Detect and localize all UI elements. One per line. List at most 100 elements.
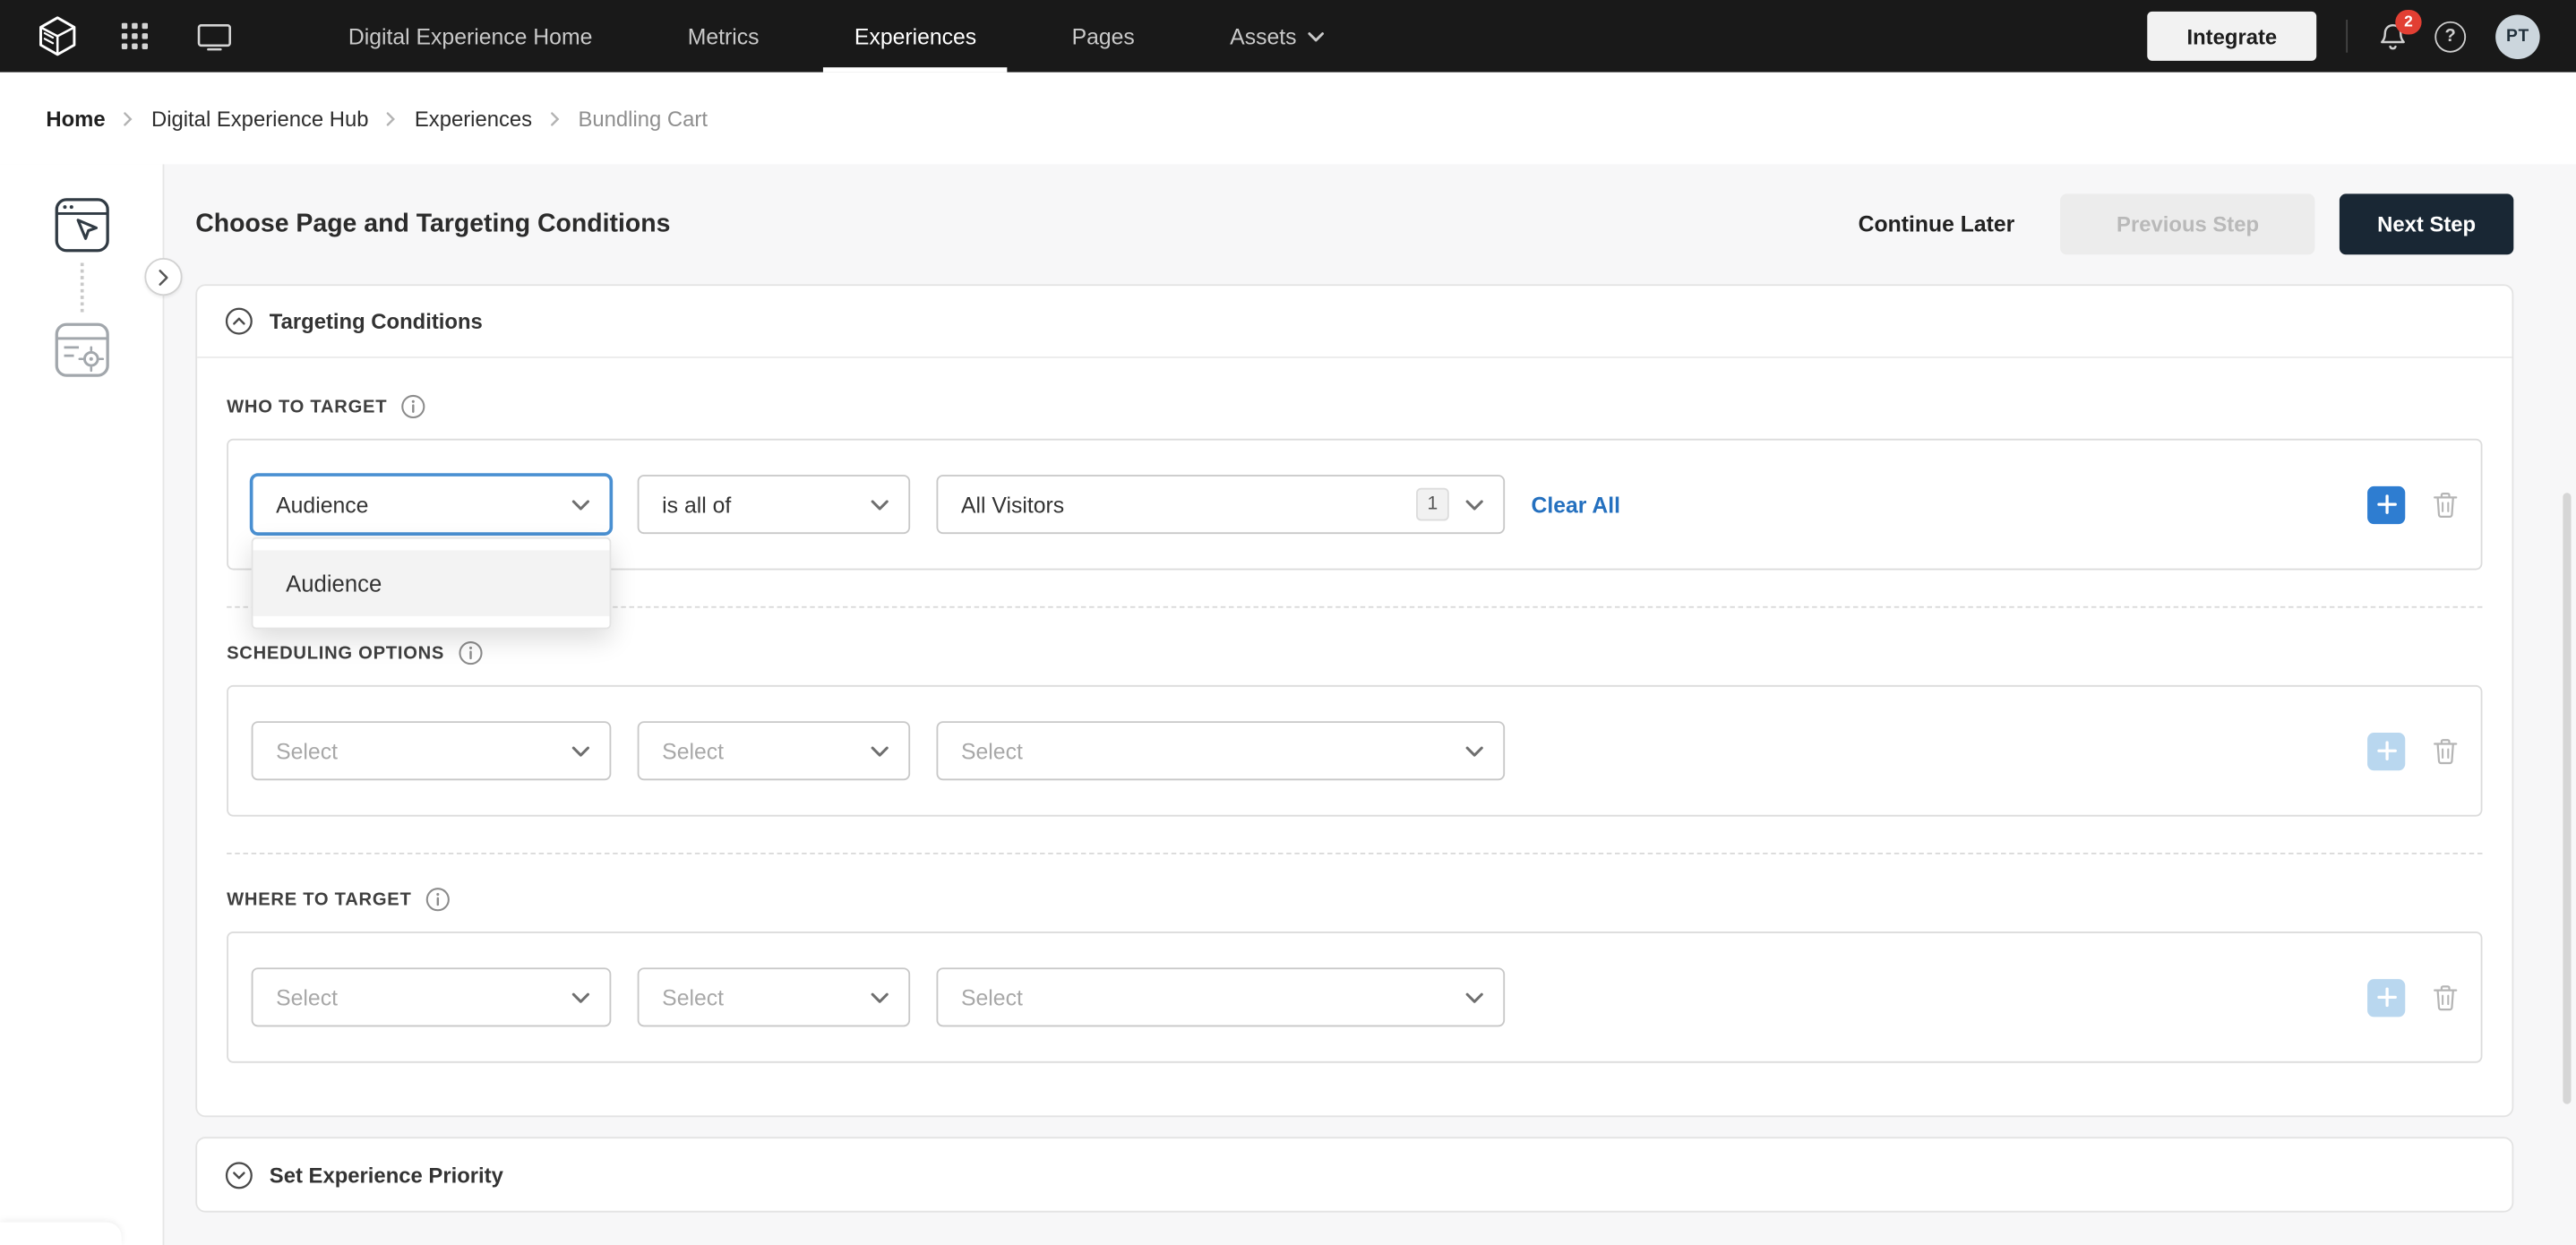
where-value-placeholder: Select	[961, 984, 1023, 1010]
who-row-actions	[2367, 485, 2458, 524]
who-to-target-label: WHO TO TARGET	[227, 396, 388, 416]
priority-card-title: Set Experience Priority	[269, 1162, 503, 1188]
continue-later-button[interactable]: Continue Later	[1859, 212, 2015, 237]
nav-item-assets[interactable]: Assets	[1182, 0, 1372, 73]
add-where-button[interactable]	[2367, 978, 2406, 1017]
clear-all-link[interactable]: Clear All	[1531, 492, 1620, 517]
condition-type-value: Audience	[276, 492, 369, 517]
section-divider	[227, 852, 2483, 854]
where-to-target-label: WHERE TO TARGET	[227, 889, 412, 910]
targeting-conditions-card: Targeting Conditions WHO TO TARGET Audie…	[195, 284, 2514, 1118]
add-scheduling-button[interactable]	[2367, 732, 2406, 770]
condition-value-text: All Visitors	[961, 492, 1065, 517]
breadcrumb-digital-experience-hub[interactable]: Digital Experience Hub	[151, 106, 369, 131]
condition-type-menu: Audience	[251, 537, 612, 630]
notifications-bell-icon[interactable]: 2	[2377, 9, 2422, 52]
breadcrumb-home[interactable]: Home	[46, 106, 105, 131]
nav-item-assets-label: Assets	[1230, 23, 1297, 49]
breadcrumb-chevron-icon	[550, 111, 560, 126]
display-icon[interactable]	[197, 22, 232, 50]
who-to-target-row: Audience Audience is all of All Visitors…	[227, 438, 2483, 630]
where-to-target-row: Select Select Select	[227, 931, 2483, 1063]
nav-divider	[2346, 20, 2348, 53]
collapse-chevron-down-icon[interactable]	[225, 1161, 253, 1189]
chevron-down-icon	[871, 992, 889, 1003]
help-icon[interactable]: ?	[2434, 20, 2467, 52]
user-avatar[interactable]: PT	[2495, 13, 2540, 59]
step-conditions-icon[interactable]	[54, 322, 109, 378]
trash-icon	[2434, 492, 2458, 518]
scheduling-options-row: Select Select Select	[227, 684, 2483, 817]
header-actions: Continue Later Previous Step Next Step	[1859, 193, 2514, 255]
nav-item-metrics[interactable]: Metrics	[640, 0, 807, 73]
breadcrumb-chevron-icon	[124, 111, 133, 126]
main-panel: Choose Page and Targeting Conditions Con…	[164, 164, 2576, 1245]
condition-operator-value: is all of	[662, 492, 732, 517]
breadcrumb-chevron-icon	[387, 111, 397, 126]
nav-item-experiences[interactable]: Experiences	[807, 0, 1025, 73]
where-value-dropdown[interactable]: Select	[936, 967, 1506, 1027]
info-icon[interactable]	[425, 887, 450, 912]
bottom-left-widget	[0, 1222, 122, 1245]
page-title: Choose Page and Targeting Conditions	[195, 209, 671, 238]
nav-right-group: Integrate 2 ? PT	[2147, 0, 2540, 73]
page-header: Choose Page and Targeting Conditions Con…	[195, 164, 2514, 284]
nav-item-digital-experience-home[interactable]: Digital Experience Home	[301, 0, 640, 73]
chevron-down-icon	[871, 499, 889, 511]
scheduling-value-placeholder: Select	[961, 738, 1023, 763]
step-page-selection-icon[interactable]	[54, 197, 109, 253]
where-operator-dropdown[interactable]: Select	[637, 967, 911, 1027]
where-type-dropdown[interactable]: Select	[251, 967, 612, 1027]
previous-step-button[interactable]: Previous Step	[2060, 193, 2315, 255]
chevron-down-icon	[571, 499, 589, 511]
condition-operator-dropdown[interactable]: is all of	[637, 475, 911, 535]
next-step-button[interactable]: Next Step	[2339, 193, 2514, 255]
targeting-conditions-card-header[interactable]: Targeting Conditions	[197, 286, 2512, 358]
where-to-target-label-row: WHERE TO TARGET	[227, 887, 2482, 912]
info-icon[interactable]	[458, 640, 483, 665]
apps-grid-icon[interactable]	[121, 22, 149, 50]
scheduling-operator-dropdown[interactable]: Select	[637, 721, 911, 781]
top-navigation: Digital Experience Home Metrics Experien…	[0, 0, 2576, 73]
where-operator-placeholder: Select	[662, 984, 725, 1010]
integrate-button[interactable]: Integrate	[2147, 11, 2317, 61]
steps-sidebar	[0, 164, 183, 1245]
chevron-down-icon	[1465, 499, 1483, 511]
trash-icon	[2434, 738, 2458, 764]
scheduling-label-row: SCHEDULING OPTIONS	[227, 640, 2482, 665]
app-window: Digital Experience Home Metrics Experien…	[0, 0, 2576, 1245]
condition-value-dropdown[interactable]: All Visitors 1	[936, 475, 1506, 535]
condition-type-dropdown[interactable]: Audience Audience	[251, 475, 612, 630]
brand-logo-icon[interactable]	[36, 15, 79, 58]
breadcrumb-current: Bundling Cart	[578, 106, 708, 131]
plus-icon	[2376, 987, 2396, 1008]
plus-icon	[2376, 741, 2396, 761]
step-connector	[79, 262, 83, 313]
scheduling-type-placeholder: Select	[276, 738, 338, 763]
scheduling-options-label: SCHEDULING OPTIONS	[227, 643, 445, 664]
priority-card-header[interactable]: Set Experience Priority	[197, 1138, 2512, 1211]
content-area: Choose Page and Targeting Conditions Con…	[0, 164, 2576, 1245]
plus-icon	[2376, 494, 2396, 514]
chevron-down-icon	[571, 745, 589, 757]
where-row-actions	[2367, 978, 2458, 1017]
breadcrumb-experiences[interactable]: Experiences	[415, 106, 532, 131]
priority-card: Set Experience Priority	[195, 1137, 2514, 1213]
delete-scheduling-button[interactable]	[2433, 737, 2458, 765]
scheduling-type-dropdown[interactable]: Select	[251, 721, 612, 781]
chevron-down-icon	[871, 745, 889, 757]
menu-item-audience[interactable]: Audience	[253, 550, 610, 616]
selected-count-badge: 1	[1416, 487, 1449, 521]
who-to-target-label-row: WHO TO TARGET	[227, 394, 2482, 419]
trash-icon	[2434, 984, 2458, 1010]
delete-where-button[interactable]	[2433, 983, 2458, 1011]
scheduling-value-dropdown[interactable]: Select	[936, 721, 1506, 781]
nav-item-pages[interactable]: Pages	[1024, 0, 1182, 73]
info-icon[interactable]	[400, 394, 425, 419]
notification-count-badge: 2	[2395, 9, 2422, 34]
primary-nav: Digital Experience Home Metrics Experien…	[301, 0, 1372, 73]
scrollbar[interactable]	[2563, 493, 2572, 1104]
collapse-chevron-up-icon[interactable]	[225, 307, 253, 335]
delete-condition-button[interactable]	[2433, 491, 2458, 519]
add-condition-button[interactable]	[2367, 485, 2406, 524]
